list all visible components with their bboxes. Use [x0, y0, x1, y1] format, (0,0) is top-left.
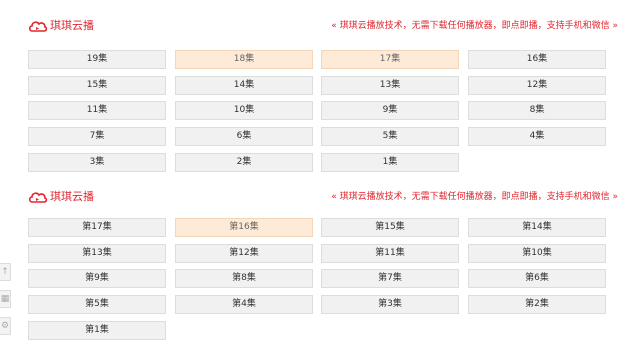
episode-button[interactable]: 第3集 [321, 295, 459, 314]
episode-button[interactable]: 16集 [468, 50, 606, 69]
arrow-up-icon[interactable]: ↑ [0, 263, 11, 281]
player-header-1: 琪琪云播 « 琪琪云播放技术，无需下载任何播放器，即点即播，支持手机和微信 » [0, 14, 640, 42]
grid-icon[interactable]: ▦ [0, 290, 11, 308]
episode-button[interactable]: 第17集 [28, 218, 166, 237]
episode-button[interactable]: 第8集 [175, 269, 313, 288]
brand-logo: 琪琪云播 [28, 187, 94, 207]
episode-button[interactable]: 第13集 [28, 244, 166, 263]
episode-button[interactable]: 10集 [175, 101, 313, 120]
episode-button[interactable]: 第9集 [28, 269, 166, 288]
episode-button[interactable]: 第4集 [175, 295, 313, 314]
episode-button[interactable]: 17集 [321, 50, 459, 69]
episode-button[interactable]: 第15集 [321, 218, 459, 237]
episode-button[interactable]: 第11集 [321, 244, 459, 263]
episode-button[interactable]: 第16集 [175, 218, 313, 237]
page: 琪琪云播 « 琪琪云播放技术，无需下载任何播放器，即点即播，支持手机和微信 » … [0, 0, 640, 347]
episode-button[interactable]: 第2集 [468, 295, 606, 314]
episode-button[interactable]: 12集 [468, 76, 606, 95]
episode-button[interactable]: 2集 [175, 153, 313, 172]
episode-button[interactable]: 第6集 [468, 269, 606, 288]
episode-button[interactable]: 3集 [28, 153, 166, 172]
episode-button[interactable]: 第7集 [321, 269, 459, 288]
brand-logo-text: 琪琪云播 [50, 190, 94, 203]
episode-button[interactable]: 4集 [468, 127, 606, 146]
brand-logo: 琪琪云播 [28, 16, 94, 36]
player-tagline: « 琪琪云播放技术，无需下载任何播放器，即点即播，支持手机和微信 » [331, 192, 618, 202]
episode-button[interactable]: 第12集 [175, 244, 313, 263]
player-tagline: « 琪琪云播放技术，无需下载任何播放器，即点即播，支持手机和微信 » [331, 21, 618, 31]
episode-button[interactable]: 第10集 [468, 244, 606, 263]
episode-button[interactable]: 7集 [28, 127, 166, 146]
episode-button[interactable]: 8集 [468, 101, 606, 120]
episode-button[interactable]: 第5集 [28, 295, 166, 314]
episode-button[interactable]: 6集 [175, 127, 313, 146]
episode-button[interactable]: 13集 [321, 76, 459, 95]
episode-button[interactable]: 9集 [321, 101, 459, 120]
episode-button[interactable]: 14集 [175, 76, 313, 95]
player-header-2: 琪琪云播 « 琪琪云播放技术，无需下载任何播放器，即点即播，支持手机和微信 » [0, 185, 640, 213]
episode-button[interactable]: 第14集 [468, 218, 606, 237]
cloud-logo-icon [28, 192, 48, 203]
episode-button[interactable]: 5集 [321, 127, 459, 146]
brand-logo-text: 琪琪云播 [50, 19, 94, 32]
episode-button[interactable]: 1集 [321, 153, 459, 172]
episode-button[interactable]: 11集 [28, 101, 166, 120]
gear-icon[interactable]: ⚙ [0, 317, 11, 335]
episode-button[interactable]: 第1集 [28, 321, 166, 340]
episode-button[interactable]: 15集 [28, 76, 166, 95]
cloud-logo-icon [28, 21, 48, 32]
episode-button[interactable]: 19集 [28, 50, 166, 69]
episode-button[interactable]: 18集 [175, 50, 313, 69]
